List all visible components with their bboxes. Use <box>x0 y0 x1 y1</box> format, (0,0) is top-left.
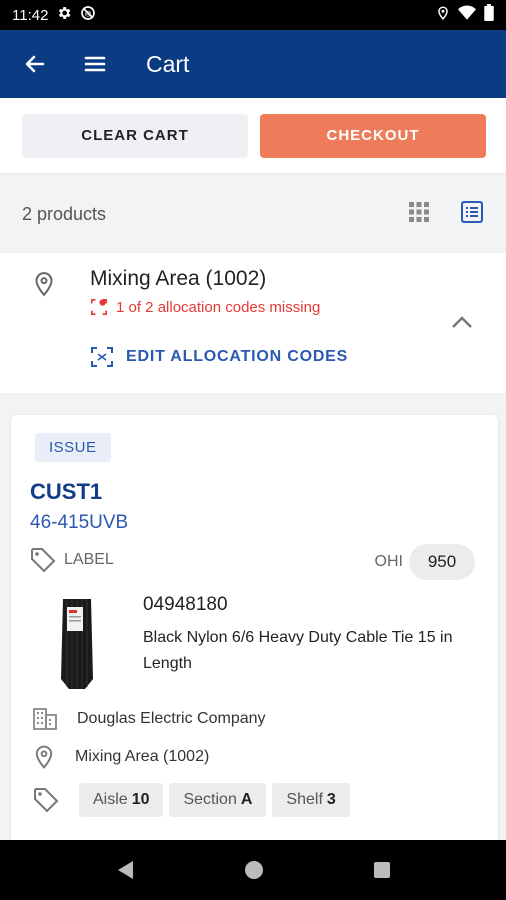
product-image[interactable] <box>57 595 97 691</box>
checkout-button[interactable]: CHECKOUT <box>260 113 486 158</box>
allocation-warning: 1 of 2 allocation codes missing <box>90 298 320 316</box>
status-left: 11:42 @ <box>12 5 96 26</box>
nav-back-icon[interactable] <box>115 859 135 881</box>
customer-name: CUST1 <box>30 479 103 504</box>
chevron-up-icon[interactable] <box>451 315 473 329</box>
label-text: LABEL <box>64 551 114 568</box>
pin-icon <box>35 272 53 297</box>
section-tag: Section A <box>169 783 267 817</box>
tag-value: A <box>240 791 253 808</box>
tag-icon <box>31 548 56 573</box>
nav-home-icon[interactable] <box>244 860 264 880</box>
product-location: Mixing Area (1002) <box>75 748 210 765</box>
customer-code: 46-415UVB <box>30 512 129 533</box>
tag-icon <box>34 788 59 813</box>
shelf-tag: Shelf 3 <box>272 783 350 817</box>
nav-recents-icon[interactable] <box>373 861 391 879</box>
product-sku: 04948180 <box>143 594 228 615</box>
grid-view-icon <box>409 201 429 222</box>
supplier-name: Douglas Electric Company <box>77 710 266 727</box>
edit-allocation-codes-button[interactable]: EDIT ALLOCATION CODES <box>90 346 348 368</box>
tag-value: 3 <box>326 791 336 808</box>
supplier-row: Douglas Electric Company <box>33 707 266 731</box>
cart-actions: CLEAR CART CHECKOUT <box>0 98 506 174</box>
issue-badge: ISSUE <box>35 433 111 462</box>
product-location-row: Mixing Area (1002) <box>33 745 209 769</box>
storage-tags: Aisle 10 Section A Shelf 3 <box>33 783 356 817</box>
back-button[interactable] <box>22 51 48 77</box>
app-bar: Cart <box>0 30 506 98</box>
settings-icon <box>56 5 72 26</box>
ohi-label: OHI <box>374 553 403 570</box>
list-view-button[interactable] <box>460 200 484 229</box>
tag-value: 10 <box>131 791 150 808</box>
tag-label: Section <box>183 791 237 808</box>
product-count: 2 products <box>22 203 107 224</box>
building-icon <box>33 708 57 730</box>
ohi-value: 950 <box>409 544 475 580</box>
product-card[interactable]: ISSUE CUST1 46-415UVB LABEL OHI 950 0494… <box>11 415 498 845</box>
back-arrow-icon <box>25 55 45 73</box>
pin-icon <box>35 745 53 769</box>
product-description: Black Nylon 6/6 Heavy Duty Cable Tie 15 … <box>143 629 453 672</box>
scan-icon <box>91 347 113 367</box>
menu-icon <box>84 56 106 72</box>
view-toggles <box>408 200 484 229</box>
menu-button[interactable] <box>82 51 108 77</box>
list-view-icon <box>461 200 483 223</box>
battery-icon <box>484 4 494 26</box>
svg-text:@: @ <box>85 10 92 17</box>
block-icon: @ <box>80 5 96 26</box>
label-row[interactable]: LABEL <box>30 547 114 573</box>
wifi-icon <box>458 5 476 26</box>
system-nav-bar <box>0 840 506 900</box>
location-title: Mixing Area (1002) <box>90 267 267 290</box>
page-title: Cart <box>146 50 190 77</box>
scan-warning-icon <box>90 298 108 316</box>
edit-allocation-codes-label: EDIT ALLOCATION CODES <box>126 348 349 365</box>
status-time: 11:42 <box>12 6 49 24</box>
ohi-row: OHI 950 <box>375 544 475 580</box>
location-icon <box>436 5 450 26</box>
clear-cart-button[interactable]: CLEAR CART <box>22 113 248 158</box>
grid-view-button[interactable] <box>408 201 430 228</box>
tag-label: Aisle <box>93 791 128 808</box>
status-bar: 11:42 @ <box>0 0 506 30</box>
location-section: Mixing Area (1002) 1 of 2 allocation cod… <box>0 253 506 393</box>
aisle-tag: Aisle 10 <box>79 783 164 817</box>
cart-summary: 2 products <box>0 175 506 253</box>
tag-label: Shelf <box>286 791 323 808</box>
allocation-warning-text: 1 of 2 allocation codes missing <box>116 298 321 316</box>
status-right <box>436 4 494 26</box>
